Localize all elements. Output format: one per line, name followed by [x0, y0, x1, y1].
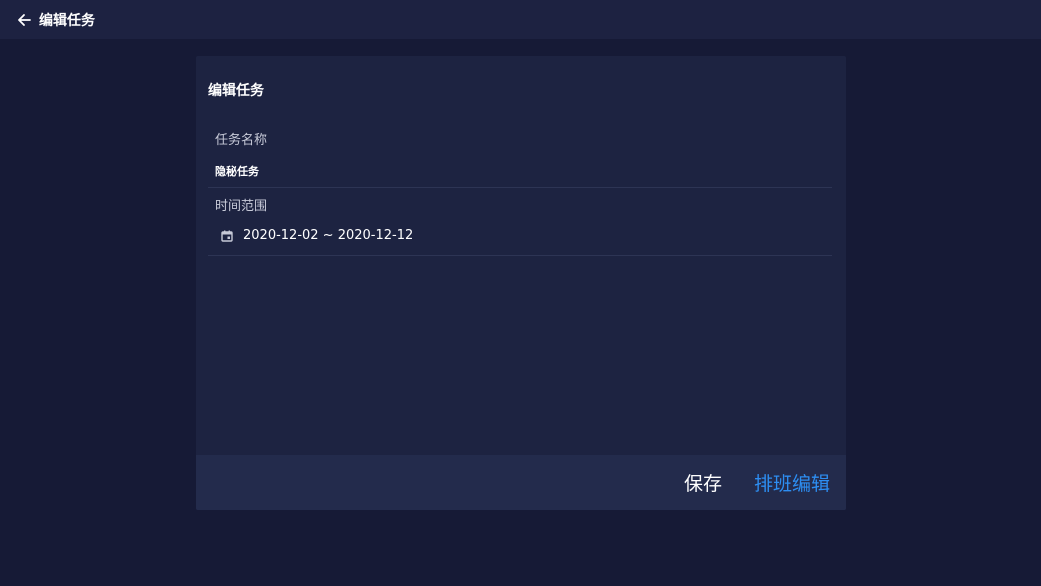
- top-bar: 编辑任务: [0, 0, 1041, 39]
- back-button[interactable]: [13, 9, 35, 31]
- calendar-icon: [220, 229, 234, 243]
- card-footer: 保存 排班编辑: [196, 455, 846, 510]
- divider: [208, 187, 832, 188]
- edit-task-card: 编辑任务 任务名称 隐秘任务 时间范围 2020-12-02 ~ 2020-12…: [196, 56, 846, 510]
- task-name-label: 任务名称: [215, 133, 268, 148]
- divider: [208, 255, 832, 256]
- page-title: 编辑任务: [39, 12, 95, 29]
- date-range-value: 2020-12-02 ~ 2020-12-12: [243, 228, 414, 243]
- time-range-label: 时间范围: [215, 199, 268, 214]
- save-button[interactable]: 保存: [684, 469, 722, 496]
- date-range-picker[interactable]: 2020-12-02 ~ 2020-12-12: [220, 228, 413, 243]
- task-name-field[interactable]: 隐秘任务: [215, 163, 259, 179]
- app-root: 编辑任务 编辑任务 任务名称 隐秘任务 时间范围 2020-12-02 ~ 20…: [0, 0, 1041, 586]
- card-title: 编辑任务: [208, 83, 264, 99]
- schedule-edit-button[interactable]: 排班编辑: [754, 469, 830, 496]
- arrow-left-icon: [18, 13, 31, 26]
